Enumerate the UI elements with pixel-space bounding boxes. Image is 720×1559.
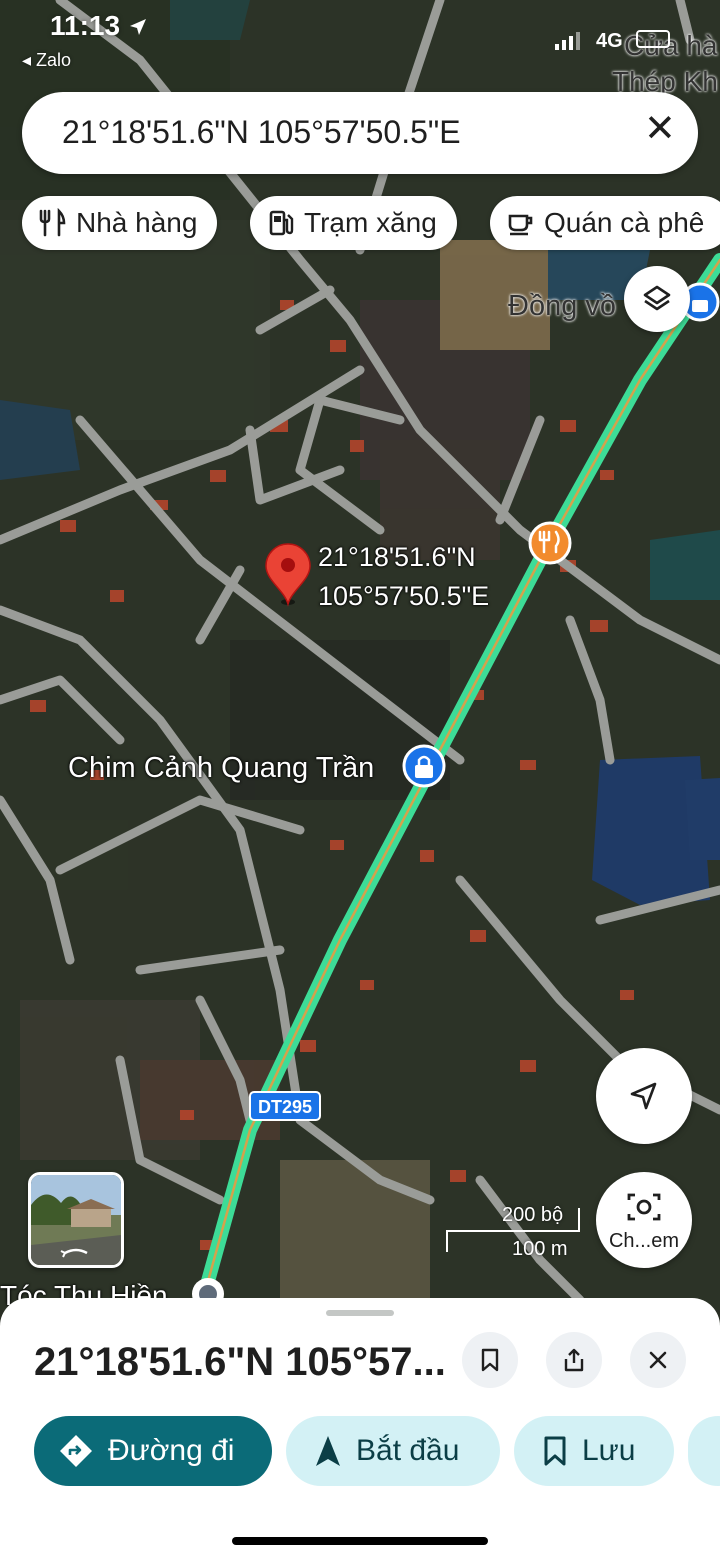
chip-label: Quán cà phê <box>544 207 705 238</box>
back-to-zalo[interactable]: ◂ Zalo <box>22 50 71 71</box>
bookmark-icon <box>544 1436 566 1466</box>
save-bookmark-button[interactable] <box>462 1332 518 1388</box>
restaurant-marker[interactable] <box>528 521 572 565</box>
chip-gas-stations[interactable]: Trạm xăng <box>250 196 457 250</box>
gas-station-icon <box>269 210 294 236</box>
navigation-arrow-icon <box>630 1082 657 1110</box>
lens-button[interactable]: Ch...em <box>596 1172 692 1268</box>
chip-label: Trạm xăng <box>304 207 437 238</box>
lens-label: Ch...em <box>608 1230 680 1252</box>
road-label-dt295: DT295 <box>249 1091 321 1121</box>
battery-icon <box>636 30 670 48</box>
restaurant-icon <box>39 208 66 237</box>
chip-coffee[interactable]: Quán cà phê <box>490 196 720 250</box>
street-view-thumbnail[interactable] <box>28 1172 124 1268</box>
scale-meters: 100 m <box>512 1238 568 1260</box>
place-label-dong[interactable]: Đồng vồ <box>508 290 616 323</box>
more-actions-button[interactable] <box>688 1416 720 1486</box>
close-icon[interactable]: ✕ <box>644 110 676 148</box>
network-type: 4G <box>596 30 623 52</box>
bookmark-icon <box>481 1348 499 1372</box>
directions-icon <box>60 1435 92 1467</box>
coffee-icon <box>508 214 533 236</box>
pin-label-lng: 105°57'50.5"E <box>318 581 490 611</box>
chip-restaurants[interactable]: Nhà hàng <box>22 196 218 250</box>
scale-feet: 200 bộ <box>502 1204 564 1226</box>
svg-text:DT295: DT295 <box>258 1097 312 1117</box>
status-time: 11:13 <box>50 10 148 42</box>
directions-button[interactable]: Đường đi <box>34 1416 272 1486</box>
layers-button[interactable] <box>624 266 690 332</box>
street-view-image <box>31 1175 121 1265</box>
sheet-drag-handle[interactable] <box>326 1310 394 1316</box>
close-sheet-button[interactable] <box>630 1332 686 1388</box>
save-button[interactable]: Lưu <box>514 1416 674 1486</box>
close-icon <box>649 1351 667 1369</box>
status-bar: 11:13 ◂ Zalo 4G <box>0 0 720 80</box>
share-icon <box>564 1348 584 1372</box>
shop-marker-chim-canh[interactable] <box>402 744 446 788</box>
map-scale: 200 bộ 100 m <box>446 1200 586 1260</box>
share-button[interactable] <box>546 1332 602 1388</box>
search-query[interactable]: 21°18'51.6"N 105°57'50.5"E <box>62 114 461 151</box>
directions-label: Đường đi <box>108 1434 235 1467</box>
home-indicator[interactable] <box>232 1537 488 1545</box>
pin-label-lat: 21°18'51.6"N <box>318 542 476 572</box>
place-sheet[interactable]: 21°18'51.6"N 105°57... Đường đi Bắt đầu … <box>0 1298 720 1559</box>
chip-label: Nhà hàng <box>76 207 198 238</box>
camera-search-icon <box>627 1193 661 1221</box>
location-arrow-icon <box>129 19 146 35</box>
search-bar[interactable]: 21°18'51.6"N 105°57'50.5"E ✕ <box>22 92 698 174</box>
place-label-chim-canh[interactable]: Chim Cảnh Quang Trần <box>68 752 374 785</box>
navigation-icon <box>316 1436 340 1466</box>
save-label: Lưu <box>582 1434 636 1467</box>
place-title: 21°18'51.6"N 105°57... <box>34 1340 446 1384</box>
signal-icon <box>555 32 580 50</box>
start-button[interactable]: Bắt đầu <box>286 1416 500 1486</box>
layers-icon <box>643 285 671 311</box>
start-label: Bắt đầu <box>356 1434 460 1467</box>
my-location-button[interactable] <box>596 1048 692 1144</box>
